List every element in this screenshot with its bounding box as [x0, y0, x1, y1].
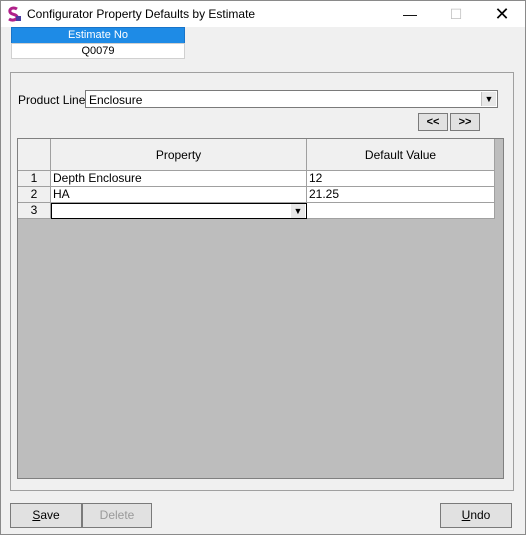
product-line-select[interactable]: Enclosure ▼ [85, 90, 498, 108]
title-bar: Configurator Property Defaults by Estima… [1, 1, 525, 27]
product-line-value: Enclosure [89, 93, 143, 107]
maximize-button[interactable]: ☐ [433, 1, 479, 27]
undo-button[interactable]: Undo [440, 503, 512, 528]
minimize-button[interactable]: — [387, 1, 433, 27]
row-number: 2 [18, 187, 51, 203]
undo-label: ndo [470, 508, 491, 522]
close-button[interactable]: ✕ [479, 1, 525, 27]
save-label: ave [40, 508, 60, 522]
property-cell[interactable]: HA [51, 187, 307, 203]
column-header-property[interactable]: Property [51, 139, 307, 171]
estimate-no-header: Estimate No [11, 27, 185, 44]
property-grid[interactable]: Property Default Value 1 Depth Enclosure… [17, 138, 504, 479]
property-dropdown-editor[interactable]: ▼ [51, 203, 307, 219]
default-value-cell[interactable]: 21.25 [307, 187, 495, 203]
window-title: Configurator Property Defaults by Estima… [27, 7, 256, 21]
chevron-down-icon[interactable]: ▼ [481, 92, 496, 106]
save-button[interactable]: Save [10, 503, 82, 528]
grid-corner-header [18, 139, 51, 171]
delete-button[interactable]: Delete [82, 503, 152, 528]
chevron-down-icon[interactable]: ▼ [291, 204, 305, 218]
estimate-no-value: Q0079 [11, 43, 185, 59]
app-logo-icon [8, 6, 21, 22]
property-cell[interactable]: Depth Enclosure [51, 171, 307, 187]
default-value-cell[interactable]: 12 [307, 171, 495, 187]
next-button[interactable]: >> [450, 113, 480, 131]
default-value-cell[interactable] [307, 203, 495, 219]
row-number: 1 [18, 171, 51, 187]
product-line-label: Product Line: [18, 93, 89, 107]
row-number: 3 [18, 203, 51, 219]
undo-mnemonic: U [461, 508, 471, 522]
column-header-default-value[interactable]: Default Value [307, 139, 495, 171]
previous-button[interactable]: << [418, 113, 448, 131]
